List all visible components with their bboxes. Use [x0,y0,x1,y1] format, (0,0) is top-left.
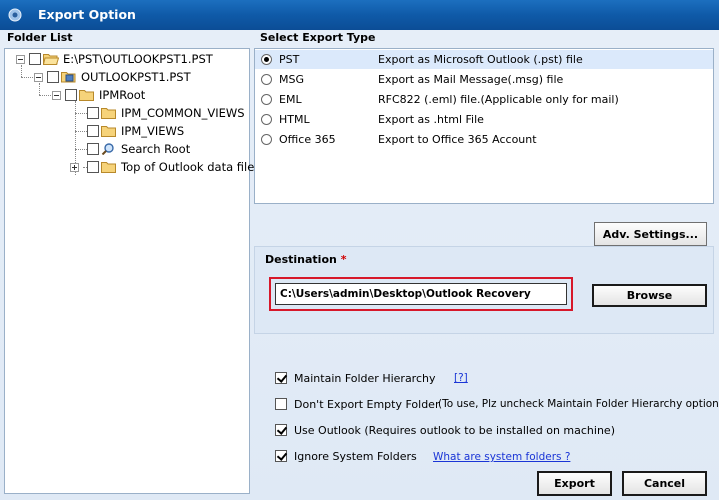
search-icon [101,143,114,155]
export-type-list[interactable]: PST Export as Microsoft Outlook (.pst) f… [254,48,714,204]
tree-item-label: IPM_VIEWS [121,124,185,138]
dont-export-empty-label: Don't Export Empty Folder [294,397,440,411]
tree-checkbox[interactable] [47,71,59,83]
radio-button[interactable] [261,54,272,65]
export-type-description: Export as Mail Message(.msg) file [378,73,564,86]
open-folder-icon [43,54,59,65]
ignore-system-label: Ignore System Folders [294,449,417,463]
tree-item-label: IPM_COMMON_VIEWS [121,106,245,120]
folder-icon [101,126,116,137]
export-button[interactable]: Export [537,471,612,496]
maintain-hierarchy-checkbox[interactable] [275,372,287,384]
pst-store-icon [61,72,76,83]
tree-item-label: Top of Outlook data file [121,160,255,174]
tree-item-label: E:\PST\OUTLOOKPST1.PST [63,52,213,66]
tree-item-ipmroot[interactable]: IPMRoot [65,87,145,103]
export-type-description: Export as Microsoft Outlook (.pst) file [378,53,583,66]
adv-settings-button[interactable]: Adv. Settings... [594,222,707,246]
export-type-name: EML [279,93,302,106]
folder-icon [101,108,116,119]
export-type-name: HTML [279,113,310,126]
dont-export-empty-note: (To use, Plz uncheck Maintain Folder Hie… [438,398,719,410]
ignore-system-checkbox[interactable] [275,450,287,462]
radio-button[interactable] [261,114,272,125]
radio-button[interactable] [261,134,272,145]
use-outlook-label: Use Outlook (Requires outlook to be inst… [294,423,615,437]
collapse-toggle[interactable] [34,73,43,82]
tree-item-top-of-outlook[interactable]: Top of Outlook data file [87,159,254,175]
collapse-toggle[interactable] [52,91,61,100]
tree-item-root-pst[interactable]: E:\PST\OUTLOOKPST1.PST [29,51,213,67]
export-type-msg[interactable]: MSG Export as Mail Message(.msg) file [255,70,713,89]
cancel-button[interactable]: Cancel [622,471,707,496]
use-outlook-checkbox[interactable] [275,424,287,436]
tree-checkbox[interactable] [87,161,99,173]
destination-path-input[interactable]: C:\Users\admin\Desktop\Outlook Recovery [275,283,567,305]
tree-item-ipm-common-views[interactable]: IPM_COMMON_VIEWS [87,105,245,121]
folder-icon [101,162,116,173]
export-type-eml[interactable]: EML RFC822 (.eml) file.(Applicable only … [255,90,713,109]
destination-label: Destination * [265,253,347,266]
tree-item-ipm-views[interactable]: IPM_VIEWS [87,123,184,139]
tree-checkbox[interactable] [87,107,99,119]
export-type-name: MSG [279,73,304,86]
export-type-pst[interactable]: PST Export as Microsoft Outlook (.pst) f… [255,50,713,69]
tree-item-search-root[interactable]: Search Root [87,141,190,157]
title-bar: Export Option [0,0,719,30]
tree-checkbox[interactable] [87,143,99,155]
folder-icon [79,90,94,101]
folder-list-heading: Folder List [7,31,73,44]
destination-group: Destination * C:\Users\admin\Desktop\Out… [254,246,714,334]
expand-toggle[interactable] [70,163,79,172]
ignore-system-option[interactable]: Ignore System Folders [275,448,417,464]
radio-button[interactable] [261,74,272,85]
tree-item-label: IPMRoot [99,88,146,102]
tree-item-pst-store[interactable]: OUTLOOKPST1.PST [47,69,191,85]
tree-checkbox[interactable] [65,89,77,101]
dont-export-empty-option[interactable]: Don't Export Empty Folder [275,396,439,412]
hierarchy-help-link[interactable]: [?] [454,372,468,384]
tree-checkbox[interactable] [29,53,41,65]
browse-button[interactable]: Browse [592,284,707,307]
export-type-html[interactable]: HTML Export as .html File [255,110,713,129]
export-type-name: PST [279,53,300,66]
export-type-office365[interactable]: Office 365 Export to Office 365 Account [255,130,713,149]
destination-highlight: C:\Users\admin\Desktop\Outlook Recovery [269,277,573,311]
tree-checkbox[interactable] [87,125,99,137]
radio-button[interactable] [261,94,272,105]
tree-item-label: Search Root [121,142,191,156]
tree-item-label: OUTLOOKPST1.PST [81,70,191,84]
export-type-heading: Select Export Type [260,31,376,44]
maintain-hierarchy-label: Maintain Folder Hierarchy [294,371,436,385]
folder-tree[interactable]: E:\PST\OUTLOOKPST1.PST OUTLOOKPST1.PST I… [4,48,254,494]
system-folders-link[interactable]: What are system folders ? [433,451,570,463]
export-type-description: Export as .html File [378,113,484,126]
export-type-description: Export to Office 365 Account [378,133,537,146]
dont-export-empty-checkbox[interactable] [275,398,287,410]
maintain-hierarchy-option[interactable]: Maintain Folder Hierarchy [275,370,436,386]
required-mark: * [340,253,347,266]
window-title: Export Option [38,7,136,22]
export-type-name: Office 365 [279,133,336,146]
collapse-toggle[interactable] [16,55,25,64]
use-outlook-option[interactable]: Use Outlook (Requires outlook to be inst… [275,422,615,438]
export-type-description: RFC822 (.eml) file.(Applicable only for … [378,93,619,106]
app-icon [8,8,22,22]
